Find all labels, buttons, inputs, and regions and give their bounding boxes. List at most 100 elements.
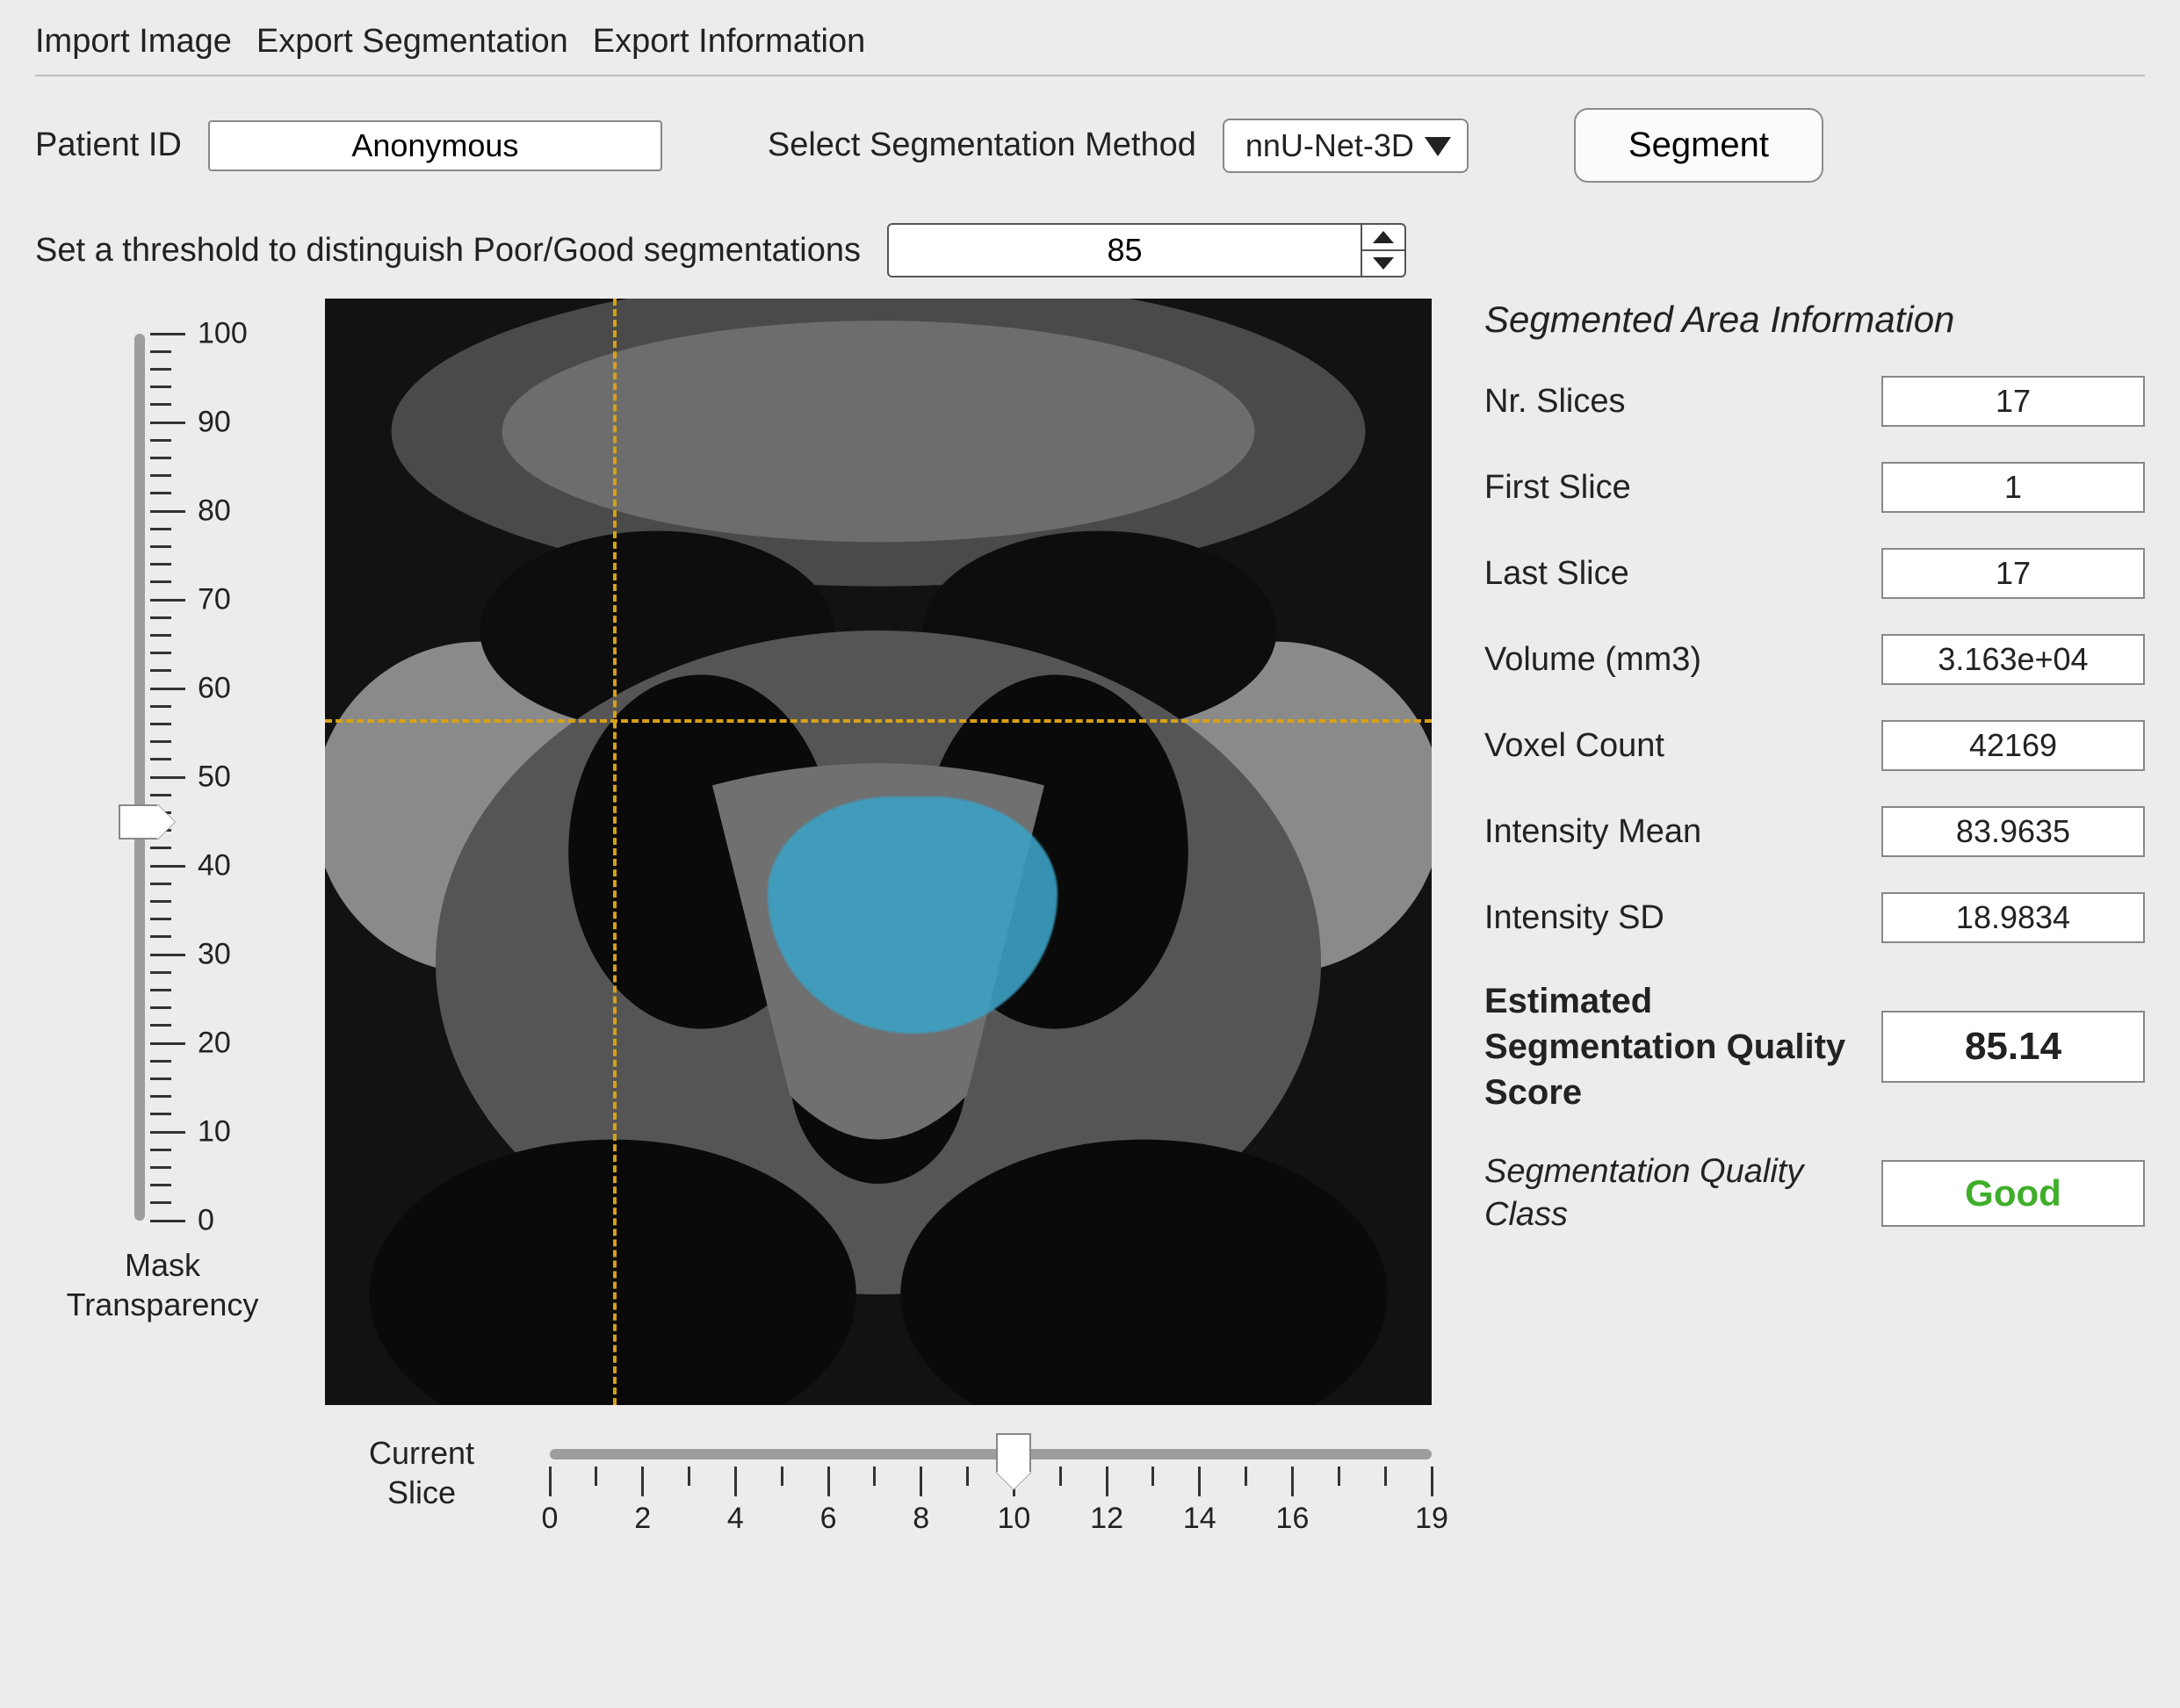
info-row-label: First Slice [1484, 469, 1855, 507]
slider-tick [595, 1467, 597, 1486]
slider-tick [150, 1006, 171, 1009]
transparency-col: 0102030405060708090100 MaskTransparency [35, 299, 290, 1547]
info-row-value: 3.163e+04 [1881, 634, 2145, 685]
slider-tick [150, 758, 171, 760]
patient-id-field[interactable] [208, 120, 662, 171]
slider-tick [641, 1467, 644, 1496]
info-row: Intensity Mean 83.9635 [1484, 806, 2145, 857]
info-row-label: Intensity Mean [1484, 813, 1855, 851]
slider-tick [150, 1201, 171, 1204]
slider-tick [150, 580, 171, 583]
slider-tick [1106, 1467, 1108, 1496]
slider-tick [150, 1184, 171, 1186]
transparency-slider[interactable]: 0102030405060708090100 [110, 334, 215, 1221]
info-row-label: Voxel Count [1484, 727, 1855, 765]
quality-class-row: Segmentation Quality Class Good [1484, 1150, 2145, 1237]
slider-tick-label: 6 [820, 1502, 837, 1536]
slider-tick [150, 528, 171, 530]
slider-tick [150, 1149, 171, 1151]
slider-tick [150, 865, 185, 868]
slider-tick-label: 100 [198, 317, 248, 351]
slider-tick [688, 1467, 690, 1486]
slider-tick [150, 1042, 185, 1045]
slider-tick-label: 12 [1090, 1502, 1123, 1536]
slider-tick-label: 60 [198, 672, 231, 706]
info-row-value: 42169 [1881, 720, 2145, 771]
slider-tick [150, 634, 171, 637]
slice-track [550, 1449, 1432, 1459]
slider-tick [1291, 1467, 1294, 1496]
slider-tick-label: 4 [727, 1502, 744, 1536]
slice-slider-label: CurrentSlice [325, 1433, 518, 1512]
quality-class-label: Segmentation Quality Class [1484, 1150, 1855, 1237]
info-row: Intensity SD18.9834 [1484, 892, 2145, 943]
slider-tick-label: 16 [1276, 1502, 1310, 1536]
slider-tick [150, 492, 171, 494]
transparency-thumb[interactable] [119, 804, 159, 840]
menu-export-information[interactable]: Export Information [593, 23, 865, 61]
slider-tick-label: 14 [1183, 1502, 1216, 1536]
slider-tick [1431, 1467, 1433, 1496]
slider-tick [1198, 1467, 1201, 1496]
slider-tick [966, 1467, 969, 1486]
slider-tick-label: 20 [198, 1027, 231, 1061]
slider-tick-label: 8 [913, 1502, 929, 1536]
info-row: Volume (mm3) 3.163e+04 [1484, 634, 2145, 685]
slider-tick [150, 368, 171, 371]
slider-tick [150, 740, 171, 743]
seg-method-select[interactable]: nnU-Net-3D [1223, 119, 1469, 173]
threshold-spinner[interactable] [887, 223, 1406, 277]
transparency-track [134, 334, 145, 1221]
info-row-value: 17 [1881, 376, 2145, 427]
slider-tick [150, 1113, 171, 1115]
slider-tick [1151, 1467, 1154, 1486]
quality-score-value: 85.14 [1881, 1011, 2145, 1083]
slider-tick [1384, 1467, 1387, 1486]
slider-tick-label: 30 [198, 938, 231, 972]
slider-tick [150, 510, 185, 513]
top-controls: Patient ID Select Segmentation Method nn… [35, 108, 2145, 183]
info-row: First Slice1 [1484, 462, 2145, 513]
slider-tick [150, 688, 185, 690]
slider-tick [150, 652, 171, 654]
slider-tick [781, 1467, 783, 1486]
seg-method-label: Select Segmentation Method [768, 126, 1196, 164]
menu-export-segmentation[interactable]: Export Segmentation [256, 23, 568, 61]
info-row-label: Last Slice [1484, 555, 1855, 593]
info-row-label: Intensity SD [1484, 899, 1855, 937]
threshold-step-up[interactable] [1362, 225, 1404, 251]
menu-import-image[interactable]: Import Image [35, 23, 232, 61]
slider-tick-label: 10 [198, 1115, 231, 1149]
slider-tick [920, 1467, 922, 1496]
slice-viewer[interactable] [325, 299, 1432, 1405]
slider-tick [150, 776, 185, 779]
slider-tick [150, 333, 185, 335]
slider-tick-label: 50 [198, 760, 231, 795]
slider-tick [150, 989, 171, 991]
info-row-value: 83.9635 [1881, 806, 2145, 857]
slider-tick [150, 918, 171, 920]
seg-method-value: nnU-Net-3D [1245, 127, 1414, 163]
slider-tick [150, 1166, 171, 1169]
threshold-label: Set a threshold to distinguish Poor/Good… [35, 232, 861, 270]
slice-slider[interactable]: 024681012141619 [550, 1433, 1432, 1547]
slider-tick-label: 90 [198, 406, 231, 440]
slider-tick [150, 1077, 171, 1080]
slider-tick [150, 350, 171, 353]
threshold-step-down[interactable] [1362, 251, 1404, 276]
slider-tick-label: 80 [198, 494, 231, 529]
slider-tick-label: 10 [997, 1502, 1030, 1536]
threshold-value[interactable] [889, 225, 1361, 276]
slider-tick [150, 457, 171, 459]
slider-tick [150, 1024, 171, 1027]
slider-tick [734, 1467, 737, 1496]
slider-tick [150, 883, 171, 885]
info-row-label: Volume (mm3) [1484, 641, 1855, 679]
info-row: Nr. Slices17 [1484, 376, 2145, 427]
slice-thumb[interactable] [996, 1433, 1031, 1474]
segment-button[interactable]: Segment [1574, 108, 1823, 183]
slider-tick [549, 1467, 552, 1496]
slider-tick [150, 847, 171, 849]
transparency-ticks: 0102030405060708090100 [150, 334, 220, 1221]
quality-score-label: Estimated Segmentation Quality Score [1484, 978, 1855, 1115]
